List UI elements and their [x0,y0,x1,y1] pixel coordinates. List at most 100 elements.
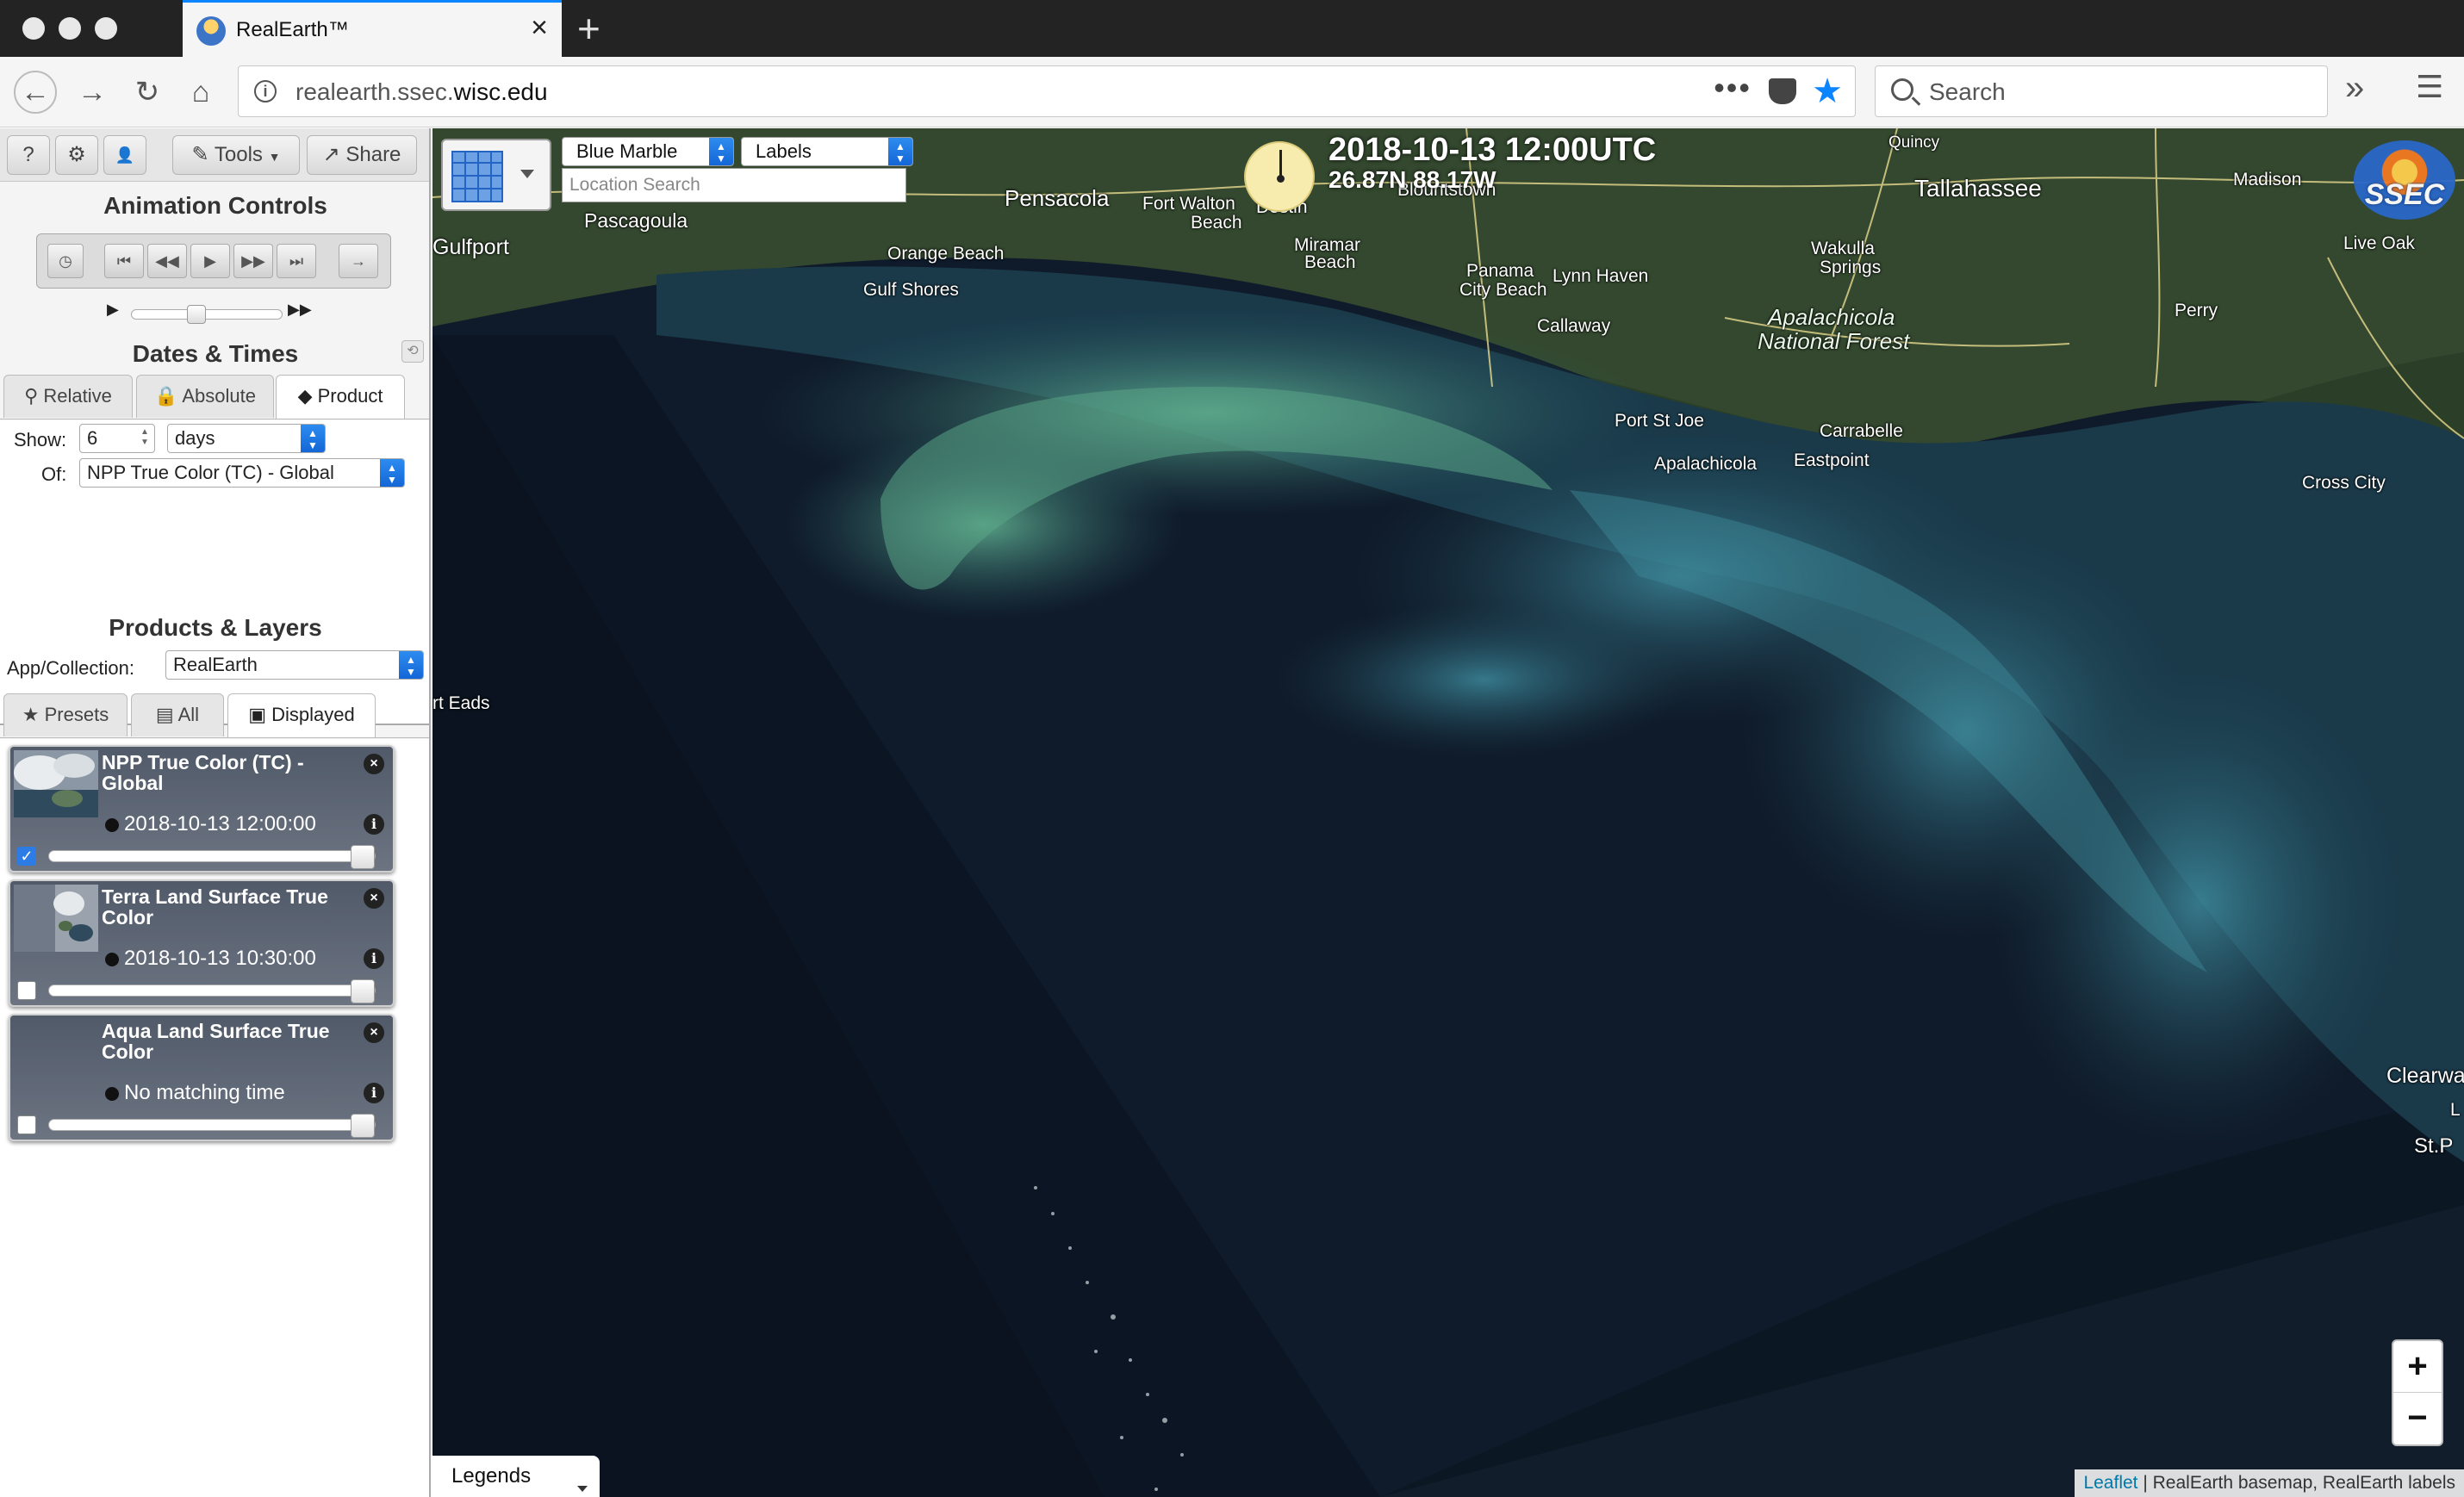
page-actions-icon[interactable]: ••• [1714,70,1752,106]
tools-button[interactable]: ✎ Tools ▼ [172,135,300,175]
share-button[interactable]: ↗ Share [307,135,417,175]
control-panel: ? ⚙ 👤 ✎ Tools ▼ ↗ Share Animation Contro… [0,128,431,1497]
show-count-stepper[interactable]: 6 ▲ ▼ [79,424,155,453]
last-frame-button[interactable]: ⏭ [277,244,316,278]
tab-all[interactable]: ▤ All [131,693,224,736]
menu-icon[interactable]: ☰ [2416,69,2443,105]
tab-product-label: Product [317,385,383,407]
fast-icon: ▶▶ [288,301,312,318]
select-arrows-icon: ▲ ▼ [301,425,325,452]
site-info-icon[interactable]: i [254,80,277,102]
place-label: Gulf Shores [863,280,959,300]
opacity-slider-handle[interactable] [351,979,375,1003]
back-button[interactable]: ← [14,71,57,114]
pocket-icon[interactable] [1769,78,1796,104]
ssec-logo[interactable]: SSEC [2354,140,2455,220]
legends-toggle[interactable]: Legends [432,1456,600,1497]
first-frame-button[interactable]: ⏮ [104,244,144,278]
panel-toolbar: ? ⚙ 👤 ✎ Tools ▼ ↗ Share [0,128,429,182]
remove-layer-icon[interactable]: × [364,1022,384,1043]
tab-displayed-label: Displayed [271,704,355,725]
place-label: L [2450,1100,2461,1120]
settings-button[interactable]: ⚙ [55,135,98,175]
step-back-button[interactable]: ◀◀ [147,244,187,278]
layer-visible-checkbox[interactable]: ✓ [17,847,36,866]
opacity-slider-handle[interactable] [351,845,375,869]
place-label: Port St Joe [1615,411,1704,431]
step-forward-button[interactable]: ▶▶ [233,244,273,278]
chevron-down-icon: ▼ [268,150,281,164]
layer-info-icon[interactable]: i [364,1083,384,1103]
browser-tab-realearth[interactable]: RealEarth™ × [183,0,562,57]
forward-arrow-button[interactable]: → [339,244,378,278]
reload-button[interactable]: ↻ [128,72,167,112]
browser-titlebar: RealEarth™ × + [0,0,2464,57]
leaflet-link[interactable]: Leaflet [2083,1473,2137,1493]
layer-info-icon[interactable]: i [364,814,384,835]
stepper-arrows-icon[interactable]: ▲ ▼ [139,427,151,450]
remove-layer-icon[interactable]: × [364,888,384,909]
select-arrows-icon: ▲ ▼ [888,138,912,165]
layer-card-aqua[interactable]: Aqua Land Surface True Color No matching… [9,1014,395,1141]
home-button[interactable]: ⌂ [181,72,221,112]
overflow-chevron-icon[interactable]: » [2345,69,2364,108]
tab-absolute[interactable]: 🔒 Absolute [136,375,274,418]
lock-icon: 🔒 [154,385,178,407]
tab-product[interactable]: ◆ Product [276,375,405,419]
product-select[interactable]: NPP True Color (TC) - Global ▲ ▼ [79,458,405,488]
speed-slider-handle[interactable] [187,305,206,324]
tab-absolute-label: Absolute [182,385,256,407]
basemap-select[interactable]: Blue Marble ▲ ▼ [562,137,734,166]
layer-opacity-slider[interactable] [48,845,376,869]
browser-search-input[interactable]: Search [1875,65,2328,117]
tab-presets[interactable]: ★ Presets [3,693,128,736]
account-button[interactable]: 👤 [103,135,146,175]
window-zoom-button[interactable] [95,17,117,40]
tab-title: RealEarth™ [236,18,349,41]
help-button[interactable]: ? [7,135,50,175]
window-minimize-button[interactable] [59,17,81,40]
labels-select[interactable]: Labels ▲ ▼ [741,137,913,166]
location-search-input[interactable]: Location Search [562,168,906,202]
remove-layer-icon[interactable]: × [364,754,384,774]
zoom-out-button[interactable]: − [2393,1393,2442,1444]
layer-visible-checkbox[interactable] [17,1115,36,1134]
unit-select[interactable]: days ▲ ▼ [167,424,326,453]
opacity-slider-handle[interactable] [351,1114,375,1138]
tab-relative[interactable]: ⚲ Relative [3,375,133,418]
tab-relative-label: Relative [43,385,112,407]
user-icon: 👤 [115,146,135,164]
satellite-imagery [432,128,2464,1497]
layer-card-terra[interactable]: Terra Land Surface True Color 2018-10-13… [9,879,395,1007]
tab-displayed[interactable]: ▣ Displayed [227,693,376,737]
play-button[interactable]: ▶ [190,244,230,278]
layer-visible-checkbox[interactable] [17,981,36,1000]
layer-opacity-slider[interactable] [48,1114,376,1138]
sync-time-icon[interactable]: ⟲ [401,340,424,363]
clock-icon [105,953,119,966]
place-label: Gulfport [432,235,509,259]
layer-card-npp[interactable]: NPP True Color (TC) - Global 2018-10-13 … [9,745,395,873]
layer-opacity-slider[interactable] [48,979,376,1003]
layer-thumbnail [14,750,98,817]
new-tab-button[interactable]: + [577,7,600,50]
attribution-text: | RealEarth basemap, RealEarth labels [2137,1473,2455,1493]
zoom-in-button[interactable]: + [2393,1341,2442,1393]
map-view[interactable]: Blountstown Quincy Tallahassee Madison L… [432,128,2464,1497]
speed-slider[interactable] [131,305,283,324]
tab-all-label: All [177,704,200,725]
tab-close-icon[interactable]: × [531,13,548,42]
collection-select[interactable]: RealEarth ▲ ▼ [165,650,424,680]
products-tabs: ★ Presets ▤ All ▣ Displayed [0,693,429,738]
window-close-button[interactable] [22,17,45,40]
place-label: Eastpoint [1794,450,1870,470]
url-bar[interactable]: i realearth.ssec.wisc.edu ••• ★ [238,65,1856,117]
layer-info-icon[interactable]: i [364,948,384,969]
tab-presets-label: Presets [44,704,109,725]
loop-clock-button[interactable]: ◷ [47,244,84,278]
layer-title: Aqua Land Surface True Color [102,1020,330,1063]
layer-switcher-button[interactable] [441,139,551,211]
layer-title: Terra Land Surface True Color [102,885,328,929]
forward-button[interactable]: → [72,72,112,112]
bookmark-star-icon[interactable]: ★ [1812,71,1843,111]
